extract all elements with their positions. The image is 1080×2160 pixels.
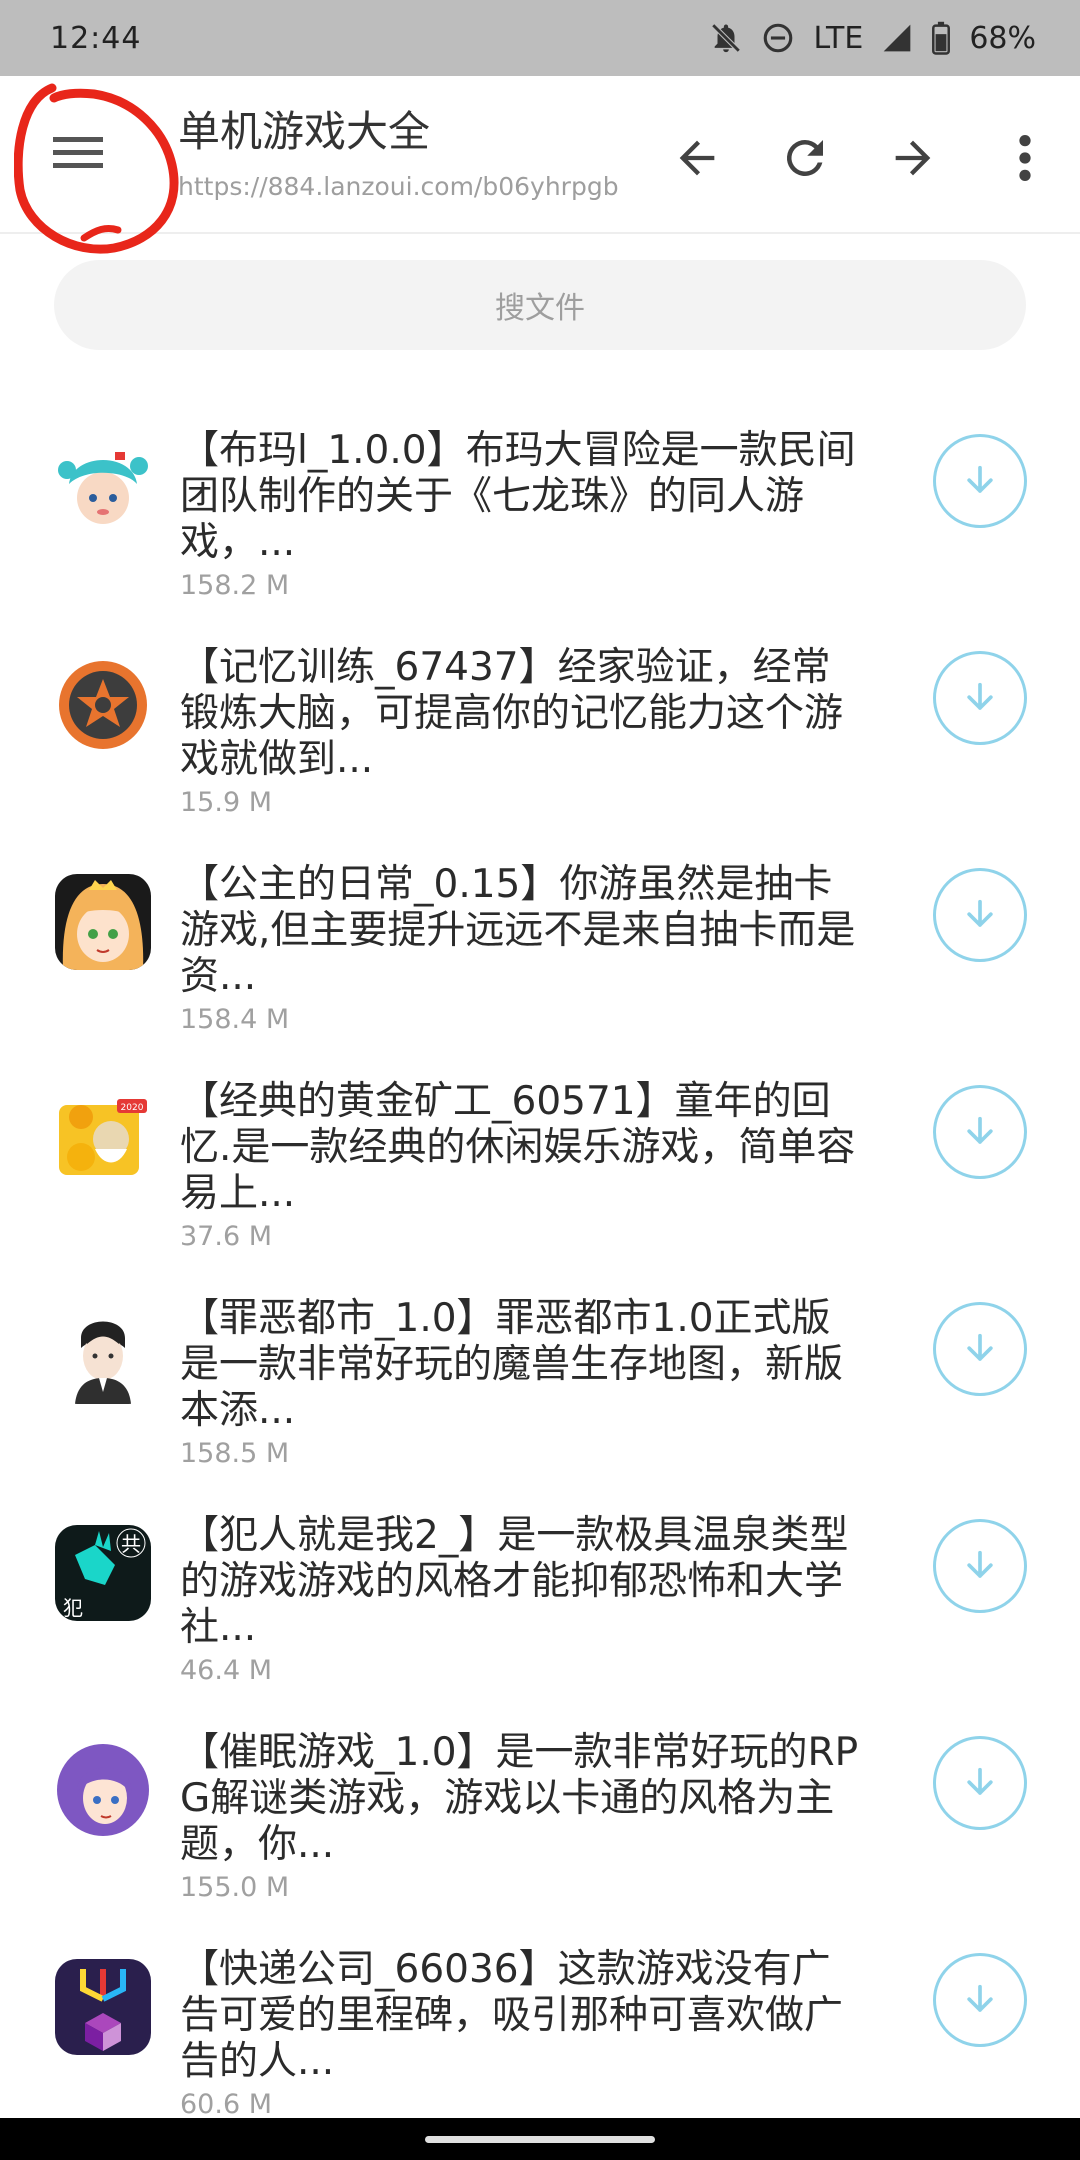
criminal-game-icon: 共 犯 bbox=[55, 1525, 151, 1621]
forward-button[interactable] bbox=[876, 121, 950, 195]
file-description: 【罪恶都市_1.0】罪恶都市1.0正式版是一款非常好玩的魔兽生存地图，新版本添.… bbox=[180, 1296, 844, 1433]
princess-game-icon bbox=[55, 874, 151, 970]
download-button[interactable] bbox=[933, 1085, 1027, 1179]
list-item[interactable]: 【催眠游戏_1.0】是一款非常好玩的RPG解谜类游戏，游戏以卡通的风格为主题，你… bbox=[0, 1712, 1080, 1929]
file-list: 【布玛l_1.0.0】布玛大冒险是一款民间团队制作的关于《七龙珠》的同人游戏，.… bbox=[0, 410, 1080, 2146]
download-icon bbox=[967, 1767, 993, 1795]
page-url: https://884.lanzoui.com/b06yhrpgb bbox=[178, 172, 619, 201]
status-icons: LTE 68% bbox=[709, 21, 1036, 56]
download-icon bbox=[967, 465, 993, 493]
app-bar: 单机游戏大全 https://884.lanzoui.com/b06yhrpgb bbox=[0, 76, 1080, 234]
battery-percent: 68% bbox=[969, 20, 1036, 56]
navigation-bar bbox=[0, 2118, 1080, 2160]
file-size: 46.4 M bbox=[180, 1655, 272, 1686]
icon-badge-2020: 2020 bbox=[121, 1103, 144, 1113]
file-description: 【公主的日常_0.15】你游虽然是抽卡游戏,但主要提升远远不是来自抽卡而是资..… bbox=[180, 862, 856, 999]
list-item[interactable]: 2020 【经典的黄金矿工_60571】童年的回忆.是一款经典的休闲娱乐游戏，简… bbox=[0, 1061, 1080, 1278]
file-description: 【快递公司_66036】这款游戏没有广告可爱的里程碑，吸引那种可喜欢做广告的人.… bbox=[180, 1947, 844, 2084]
download-icon bbox=[967, 1984, 993, 2012]
download-icon bbox=[967, 1550, 993, 1578]
forward-arrow-icon bbox=[895, 140, 931, 176]
bell-off-icon bbox=[709, 21, 743, 55]
download-button[interactable] bbox=[933, 1736, 1027, 1830]
download-button[interactable] bbox=[933, 868, 1027, 962]
more-vertical-icon bbox=[1019, 135, 1031, 181]
file-size: 60.6 M bbox=[180, 2089, 272, 2120]
title-block: 单机游戏大全 https://884.lanzoui.com/b06yhrpgb bbox=[178, 106, 648, 201]
file-description: 【催眠游戏_1.0】是一款非常好玩的RPG解谜类游戏，游戏以卡通的风格为主题，你… bbox=[180, 1730, 859, 1867]
icon-badge-bottom: 犯 bbox=[63, 1596, 83, 1620]
page-title: 单机游戏大全 bbox=[178, 107, 431, 156]
more-options-button[interactable] bbox=[988, 121, 1062, 195]
list-item[interactable]: 【布玛l_1.0.0】布玛大冒险是一款民间团队制作的关于《七龙珠》的同人游戏，.… bbox=[0, 410, 1080, 627]
file-size: 15.9 M bbox=[180, 787, 272, 818]
list-item[interactable]: 【公主的日常_0.15】你游虽然是抽卡游戏,但主要提升远远不是来自抽卡而是资..… bbox=[0, 844, 1080, 1061]
battery-icon bbox=[931, 21, 951, 55]
back-button[interactable] bbox=[660, 121, 734, 195]
menu-button[interactable] bbox=[30, 121, 126, 185]
hypnosis-game-icon bbox=[55, 1742, 151, 1838]
list-item[interactable]: 共 犯 【犯人就是我2_】是一款极具温泉类型的游戏游戏的风格才能抑郁恐怖和大学社… bbox=[0, 1495, 1080, 1712]
vice-city-icon bbox=[55, 1308, 151, 1404]
status-bar: 12:44 LTE 68% bbox=[0, 0, 1080, 76]
file-size: 158.4 M bbox=[180, 1004, 290, 1035]
list-item[interactable]: 【快递公司_66036】这款游戏没有广告可爱的里程碑，吸引那种可喜欢做广告的人.… bbox=[0, 1929, 1080, 2146]
download-button[interactable] bbox=[933, 1519, 1027, 1613]
file-description: 【记忆训练_67437】经家验证，经常锻炼大脑，可提高你的记忆能力这个游戏就做到… bbox=[180, 645, 844, 782]
download-button[interactable] bbox=[933, 1302, 1027, 1396]
network-type: LTE bbox=[813, 20, 864, 56]
list-item[interactable]: 【记忆训练_67437】经家验证，经常锻炼大脑，可提高你的记忆能力这个游戏就做到… bbox=[0, 627, 1080, 844]
file-size: 37.6 M bbox=[180, 1221, 272, 1252]
menu-icon bbox=[53, 137, 103, 168]
refresh-icon bbox=[786, 139, 823, 176]
delivery-company-icon bbox=[55, 1959, 151, 2055]
download-button[interactable] bbox=[933, 1953, 1027, 2047]
file-size: 155.0 M bbox=[180, 1872, 290, 1903]
memory-training-icon bbox=[55, 657, 151, 753]
signal-icon bbox=[881, 22, 913, 54]
home-gesture-handle[interactable] bbox=[425, 2135, 655, 2143]
list-item[interactable]: 【罪恶都市_1.0】罪恶都市1.0正式版是一款非常好玩的魔兽生存地图，新版本添.… bbox=[0, 1278, 1080, 1495]
refresh-button[interactable] bbox=[768, 121, 842, 195]
search-input[interactable]: 搜文件 bbox=[54, 260, 1026, 350]
download-icon bbox=[967, 682, 993, 710]
download-icon bbox=[967, 1333, 993, 1361]
gold-miner-icon: 2020 bbox=[55, 1091, 151, 1187]
status-time: 12:44 bbox=[50, 20, 142, 56]
file-description: 【经典的黄金矿工_60571】童年的回忆.是一款经典的休闲娱乐游戏，简单容易上.… bbox=[180, 1079, 856, 1216]
back-arrow-icon bbox=[679, 140, 715, 176]
file-description: 【布玛l_1.0.0】布玛大冒险是一款民间团队制作的关于《七龙珠》的同人游戏，.… bbox=[180, 428, 856, 565]
file-size: 158.5 M bbox=[180, 1438, 290, 1469]
bulma-game-icon bbox=[55, 440, 151, 536]
download-icon bbox=[967, 1116, 993, 1144]
download-button[interactable] bbox=[933, 434, 1027, 528]
file-description: 【犯人就是我2_】是一款极具温泉类型的游戏游戏的风格才能抑郁恐怖和大学社... bbox=[180, 1513, 849, 1650]
file-size: 158.2 M bbox=[180, 570, 290, 601]
do-not-disturb-icon bbox=[761, 21, 795, 55]
download-icon bbox=[967, 899, 993, 927]
download-button[interactable] bbox=[933, 651, 1027, 745]
icon-badge-top: 共 bbox=[121, 1532, 141, 1556]
